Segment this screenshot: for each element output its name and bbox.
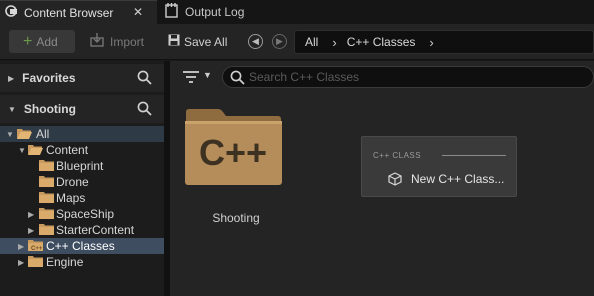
import-icon [90, 33, 106, 50]
breadcrumb-item-all[interactable]: All [305, 35, 318, 49]
cpp-folder-icon: C++ [28, 240, 43, 251]
search-input[interactable] [249, 70, 569, 84]
chevron-down-icon: ▼ [8, 104, 16, 114]
chevron-down-icon[interactable]: ▼ [6, 130, 14, 139]
plus-icon: + [23, 32, 33, 50]
folder-glyph: C++ [199, 132, 267, 173]
toolbar: + Add Import Save All ◀ ▶ All › C++ Clas… [0, 24, 594, 60]
add-class-popup: C++ CLASS New C++ Class... [361, 136, 517, 197]
project-label: Shooting [23, 102, 76, 116]
folder-open-icon [28, 145, 43, 155]
favorites-label: Favorites [22, 71, 76, 85]
tree-item-label: StarterContent [56, 223, 135, 237]
breadcrumb-item-cpp-classes[interactable]: C++ Classes [347, 35, 416, 49]
folder-icon [39, 208, 54, 219]
search-icon[interactable] [137, 101, 152, 119]
breadcrumb: All › C++ Classes › [294, 30, 594, 54]
tree-item-spaceship[interactable]: ▶ SpaceShip [0, 206, 164, 222]
folder-tile-shooting[interactable]: C++ [184, 109, 283, 187]
chevron-down-icon[interactable]: ▼ [18, 146, 26, 155]
add-button[interactable]: + Add [9, 30, 75, 53]
tree-item-engine[interactable]: ▶ Engine [0, 254, 164, 270]
cpp-folder-icon: C++ [185, 109, 282, 185]
tree-item-cpp-classes[interactable]: ▶ C++ C++ Classes [0, 238, 164, 254]
back-arrow-icon[interactable]: ◀ [248, 34, 263, 49]
chevron-right-icon[interactable]: › [332, 35, 336, 50]
add-button-label: Add [36, 34, 58, 49]
search-box[interactable] [222, 66, 594, 88]
save-all-button[interactable]: Save All [168, 30, 227, 53]
class-icon [388, 172, 402, 189]
folder-icon [39, 224, 54, 235]
svg-text:C++: C++ [31, 246, 43, 251]
folder-icon [39, 192, 54, 203]
chevron-right-icon[interactable]: ▶ [18, 242, 24, 251]
tree-item-label: Drone [56, 175, 89, 189]
tree-item-content[interactable]: ▼ Content [0, 142, 164, 158]
chevron-right-icon[interactable]: ▶ [18, 258, 24, 267]
divider [442, 155, 506, 156]
tree-item-maps[interactable]: Maps [0, 190, 164, 206]
folder-icon [39, 176, 54, 187]
favorites-header[interactable]: ▶ Favorites [0, 64, 164, 92]
tab-bar: Content Browser ✕ Output Log [0, 0, 594, 24]
tree-item-label: Maps [56, 191, 86, 205]
tree-item-drone[interactable]: Drone [0, 174, 164, 190]
tree-item-label: Blueprint [56, 159, 104, 173]
chevron-right-icon: ▶ [8, 73, 15, 83]
chevron-down-icon[interactable]: ▼ [203, 70, 212, 80]
tab-content-browser-label: Content Browser [24, 5, 114, 20]
menu-item-label: New C++ Class... [411, 172, 505, 186]
forward-arrow-icon[interactable]: ▶ [272, 34, 287, 49]
chevron-right-icon[interactable]: ▶ [28, 210, 34, 219]
folder-label: Shooting [212, 211, 260, 225]
output-log-icon [165, 3, 178, 21]
filter-icon[interactable] [182, 70, 200, 87]
asset-view: ▼ C++ Shooting C++ CLASS New C++ Class..… [170, 61, 594, 296]
folder-icon [39, 160, 54, 171]
project-header[interactable]: ▼ Shooting [0, 95, 164, 123]
folder-icon [28, 256, 43, 267]
tree-item-label: All [36, 127, 50, 141]
chevron-right-icon[interactable]: › [429, 35, 433, 50]
content-browser-icon [4, 4, 20, 21]
tree-item-blueprint[interactable]: Blueprint [0, 158, 164, 174]
tab-output-log-label: Output Log [185, 5, 245, 19]
tree-item-label: C++ Classes [46, 239, 115, 253]
chevron-right-icon[interactable]: ▶ [28, 226, 34, 235]
search-icon[interactable] [137, 70, 152, 88]
import-button[interactable]: Import [90, 30, 144, 53]
tab-output-log[interactable]: Output Log [161, 0, 291, 24]
search-icon [230, 70, 245, 88]
tree-item-startercontent[interactable]: ▶ StarterContent [0, 222, 164, 238]
filter-row: ▼ [170, 61, 594, 93]
tree-item-all[interactable]: ▼ All [0, 126, 164, 142]
sources-panel: ▶ Favorites ▼ Shooting ▼ All ▼ Content B… [0, 61, 164, 296]
import-button-label: Import [110, 34, 145, 49]
tab-content-browser[interactable]: Content Browser ✕ [0, 0, 157, 24]
tree-item-label: Engine [46, 255, 84, 269]
folder-open-icon [17, 129, 32, 139]
close-icon[interactable]: ✕ [133, 5, 143, 19]
tree-item-label: SpaceShip [56, 207, 115, 221]
popup-heading: C++ CLASS [373, 151, 422, 160]
save-icon [168, 34, 180, 49]
tree-item-label: Content [46, 143, 89, 157]
new-cpp-class-menu-item[interactable]: New C++ Class... [366, 169, 514, 189]
save-all-button-label: Save All [184, 34, 228, 49]
